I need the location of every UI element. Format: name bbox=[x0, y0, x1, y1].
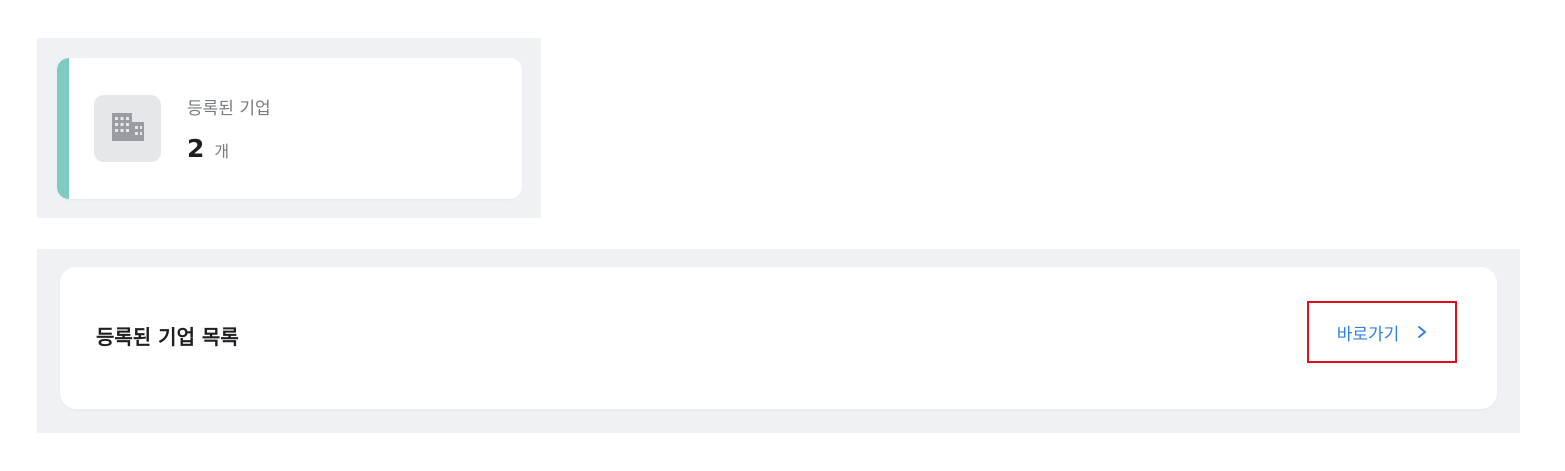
company-list-card: 등록된 기업 목록 바로가기 bbox=[60, 267, 1497, 409]
summary-panel: 등록된 기업 2 개 bbox=[37, 38, 541, 218]
icon-box bbox=[94, 95, 161, 162]
go-link-label: 바로가기 bbox=[1336, 324, 1400, 345]
building-icon bbox=[111, 112, 145, 146]
go-to-list-link[interactable]: 바로가기 bbox=[1307, 301, 1457, 363]
section-title: 등록된 기업 목록 bbox=[96, 325, 239, 349]
card-value-row: 2 개 bbox=[187, 134, 229, 163]
card-value: 2 bbox=[187, 134, 205, 163]
card-accent-bar bbox=[57, 58, 69, 199]
registered-companies-card: 등록된 기업 2 개 bbox=[57, 58, 522, 199]
card-label: 등록된 기업 bbox=[187, 99, 271, 119]
chevron-right-icon bbox=[1417, 325, 1427, 339]
company-list-panel: 등록된 기업 목록 바로가기 bbox=[37, 249, 1520, 433]
card-unit: 개 bbox=[214, 142, 230, 161]
